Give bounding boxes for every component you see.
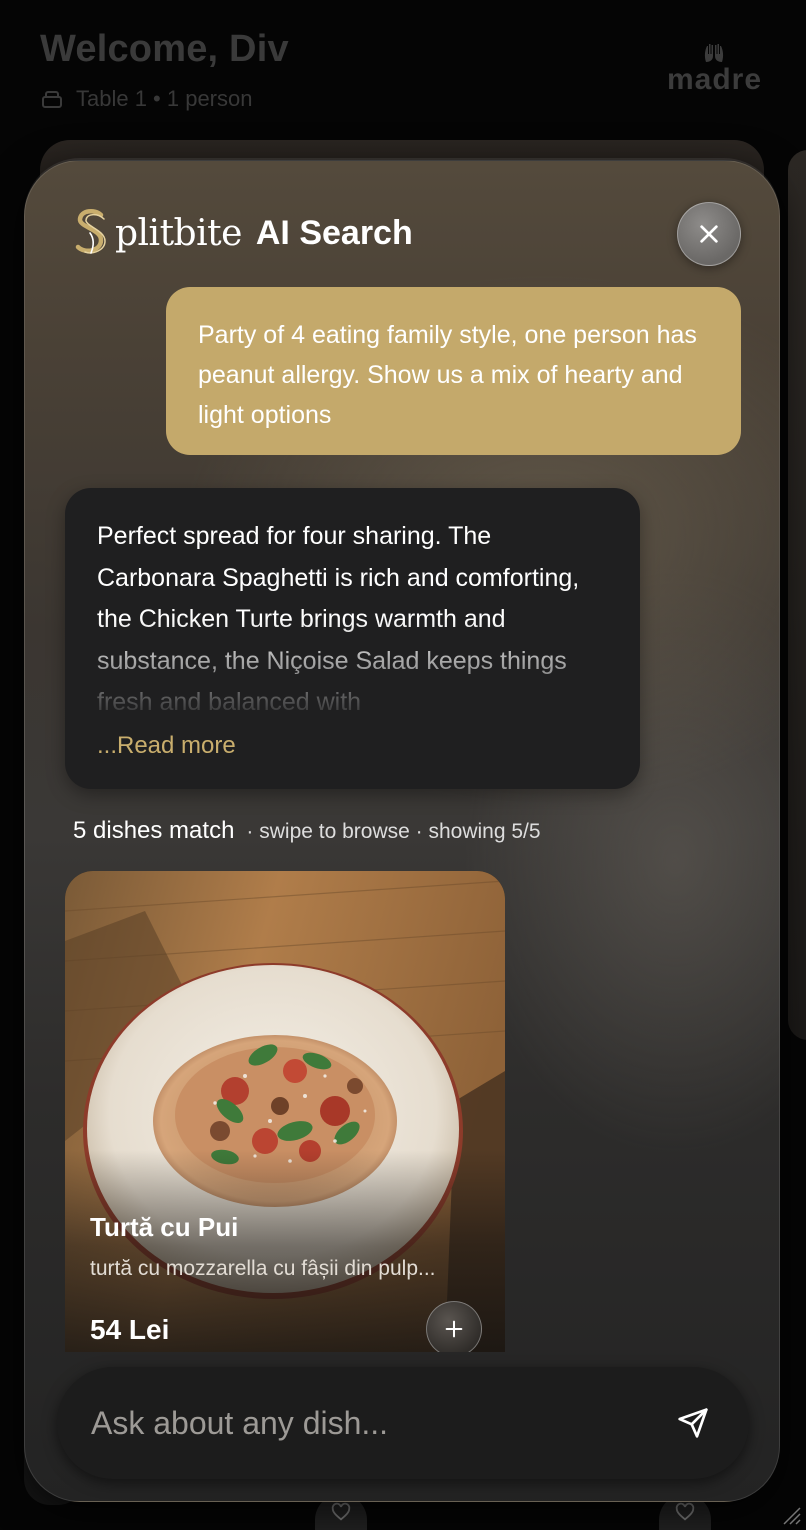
welcome-title: Welcome, Div	[40, 28, 289, 70]
restaurant-logo: madre	[667, 42, 762, 96]
dish-price: 54 Lei	[90, 1314, 170, 1345]
send-icon	[678, 1408, 708, 1438]
modal-title: plitbite AI Search	[71, 207, 413, 259]
ai-search-title: AI Search	[255, 213, 413, 252]
add-to-order-button[interactable]	[426, 1301, 482, 1352]
background-card-right	[788, 150, 806, 1040]
user-message: Party of 4 eating family style, one pers…	[166, 287, 741, 455]
resize-grip-icon[interactable]	[778, 1502, 802, 1526]
send-button[interactable]	[671, 1401, 715, 1445]
match-meta: · swipe to browse · showing 5/5	[246, 820, 541, 843]
ai-search-modal: plitbite AI Search Party of 4 eating fam…	[24, 160, 780, 1502]
close-icon	[700, 225, 718, 243]
splitbite-wordmark: plitbite	[115, 212, 242, 254]
dish-name: Turtă cu Pui	[90, 1212, 239, 1242]
table-info-text: Table 1 • 1 person	[76, 86, 253, 111]
ask-input-bar	[57, 1367, 749, 1479]
read-more-link[interactable]: ...Read more	[97, 732, 236, 760]
splitbite-logo-icon	[75, 209, 106, 254]
heart-icon	[675, 1502, 695, 1521]
match-count: 5 dishes match	[73, 817, 235, 844]
brand-name: madre	[666, 63, 762, 96]
page-header: Welcome, Div Table 1 • 1 person madre	[0, 0, 806, 140]
ask-input[interactable]	[91, 1404, 671, 1442]
dish-description: turtă cu mozzarella cu fâșii din pulp...	[90, 1257, 436, 1280]
plus-icon	[445, 1320, 463, 1338]
ai-response: Perfect spread for four sharing. The Car…	[65, 488, 640, 789]
dish-card[interactable]: Turtă cu Pui turtă cu mozzarella cu fâși…	[65, 871, 505, 1352]
hands-logo-icon	[705, 44, 724, 62]
lock-icon	[42, 91, 62, 108]
heart-icon	[331, 1502, 351, 1521]
ai-response-text: Perfect spread for four sharing. The Car…	[97, 522, 580, 712]
match-summary: 5 dishes match · swipe to browse · showi…	[73, 817, 541, 845]
close-button[interactable]	[677, 202, 741, 266]
table-info: Table 1 • 1 person	[40, 86, 252, 112]
